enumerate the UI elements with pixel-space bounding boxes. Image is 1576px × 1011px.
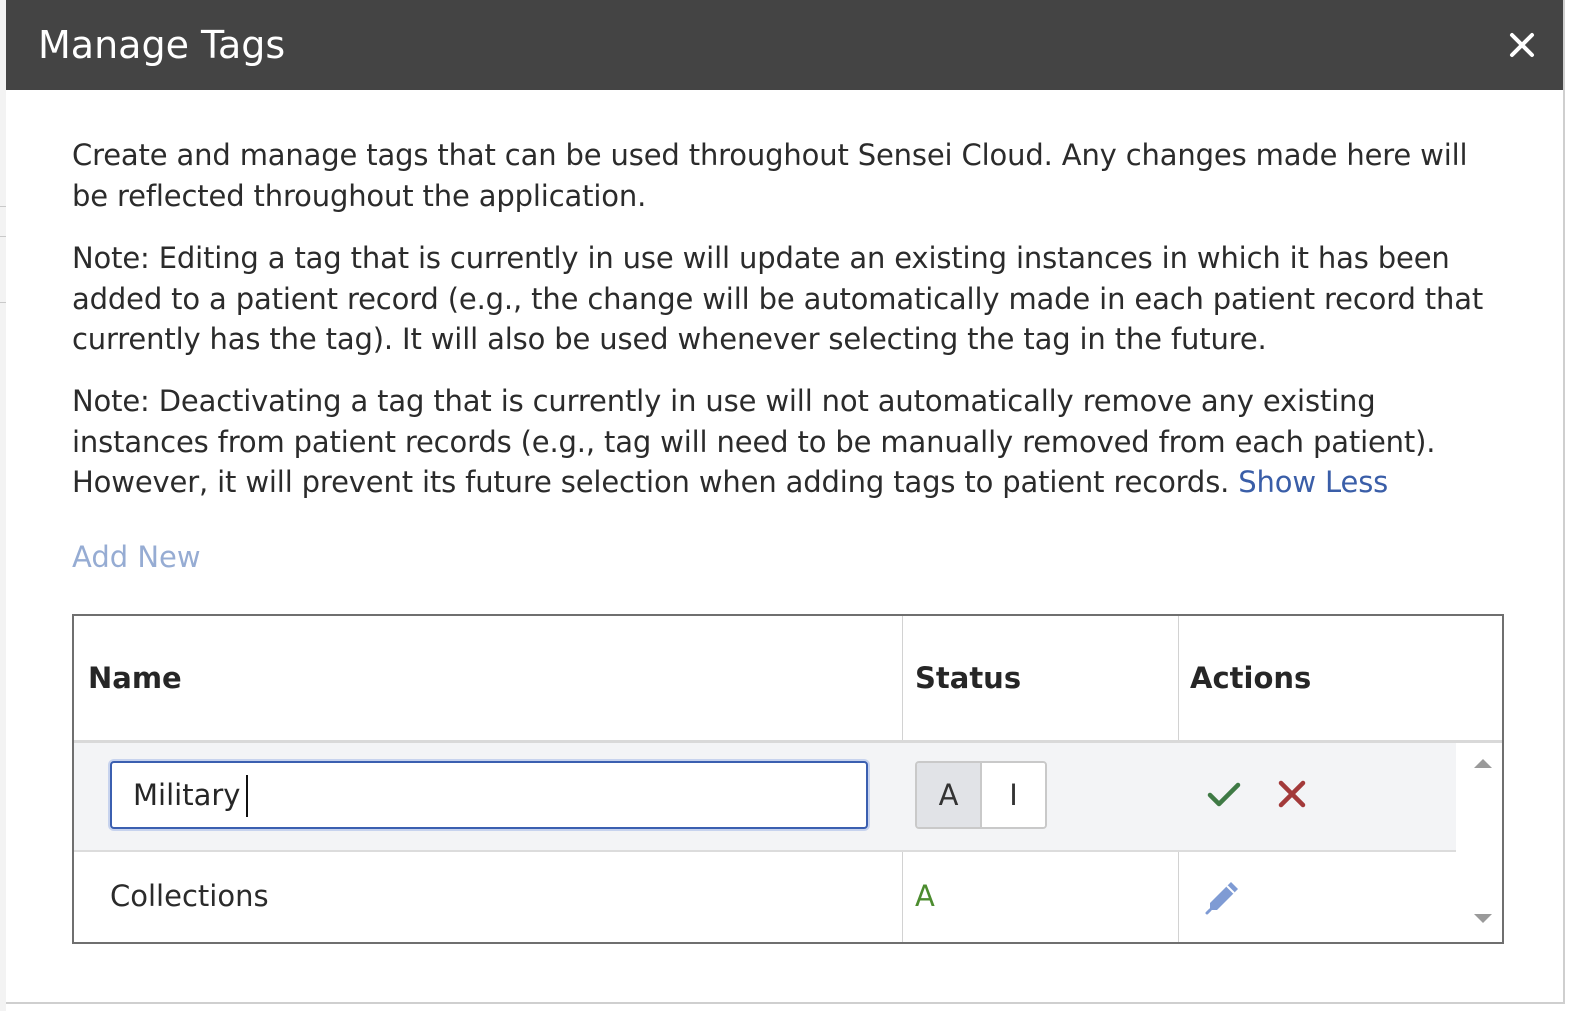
description-paragraph-3: Note: Deactivating a tag that is current… <box>72 381 1512 503</box>
check-icon[interactable] <box>1206 776 1242 812</box>
tag-name-input[interactable] <box>110 761 868 829</box>
scroll-down-arrow-icon[interactable] <box>1472 912 1494 926</box>
close-icon[interactable] <box>1503 26 1541 64</box>
pencil-icon[interactable] <box>1204 878 1242 916</box>
manage-tags-dialog: Manage Tags Create and manage tags that … <box>6 0 1565 1004</box>
description-paragraph-1: Create and manage tags that can be used … <box>72 138 1468 213</box>
table-cell-name: Collections <box>110 879 269 913</box>
add-new-link[interactable]: Add New <box>72 537 201 577</box>
text-cursor <box>246 775 248 817</box>
x-icon[interactable] <box>1276 778 1308 810</box>
status-option-active[interactable]: A <box>917 763 982 827</box>
description-paragraph-2: Note: Editing a tag that is currently in… <box>72 241 1484 356</box>
tags-table: Name Status Actions A I Collections A <box>72 614 1504 944</box>
status-option-inactive[interactable]: I <box>982 763 1045 827</box>
dialog-header: Manage Tags <box>6 0 1563 90</box>
table-cell-status: A <box>915 879 935 913</box>
status-toggle[interactable]: A I <box>915 761 1047 829</box>
description-paragraph-3-text: Note: Deactivating a tag that is current… <box>72 384 1436 499</box>
scroll-up-arrow-icon[interactable] <box>1472 756 1494 770</box>
column-header-actions: Actions <box>1190 661 1312 695</box>
column-header-status: Status <box>915 661 1022 695</box>
show-less-link[interactable]: Show Less <box>1238 465 1388 499</box>
dialog-title: Manage Tags <box>38 23 286 67</box>
column-header-name: Name <box>88 661 182 695</box>
row-divider <box>74 850 1456 852</box>
